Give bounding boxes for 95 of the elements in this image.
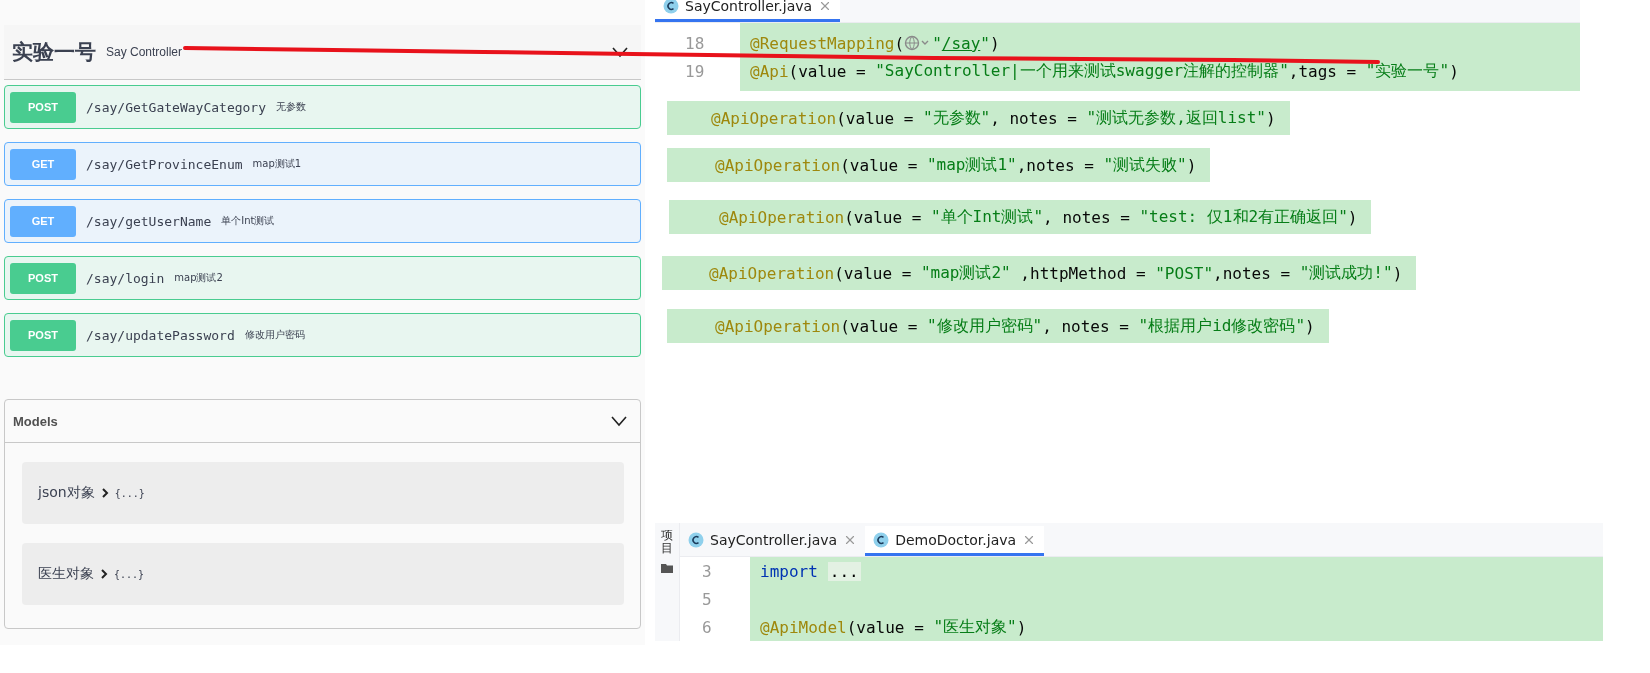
- endpoint-row[interactable]: POST /say/login map测试2: [4, 256, 641, 300]
- chevron-right-icon: [100, 487, 109, 499]
- endpoint-summary: 无参数: [276, 100, 306, 114]
- tab-label: SayController.java: [685, 0, 813, 14]
- code-text: "医生对象": [933, 616, 1017, 638]
- tab-label: DemoDoctor.java: [895, 531, 1017, 548]
- folder-icon[interactable]: [661, 563, 673, 574]
- model-preview: {...}: [114, 487, 145, 499]
- code-text: (value =: [844, 207, 923, 227]
- folded-code[interactable]: ...: [827, 561, 861, 581]
- code-text: , notes =: [1043, 207, 1131, 227]
- endpoint-summary: 修改用户密码: [244, 328, 305, 342]
- endpoint-row[interactable]: POST /say/GetGateWayCategory 无参数: [4, 85, 641, 129]
- class-icon: [873, 531, 890, 548]
- method-badge: POST: [10, 262, 76, 294]
- method-badge: POST: [10, 319, 76, 351]
- code-text: @Api: [750, 61, 789, 81]
- endpoint-row[interactable]: GET /say/GetProvinceEnum map测试1: [4, 142, 641, 186]
- endpoint-summary: map测试1: [252, 157, 302, 171]
- code-text: ": [932, 33, 942, 53]
- api-group-header[interactable]: 实验一号 Say Controller: [4, 25, 641, 80]
- code-text: (value =: [840, 155, 919, 175]
- project-label[interactable]: 项目: [661, 529, 673, 556]
- code-text: ": [980, 33, 990, 53]
- model-item[interactable]: json对象 {...}: [22, 462, 624, 524]
- code-text: "无参数": [922, 107, 991, 129]
- code-text: @ApiOperation: [709, 263, 835, 283]
- code-text: @ApiOperation: [715, 316, 841, 336]
- chevron-icon[interactable]: [610, 415, 628, 427]
- code-text: "map测试2": [920, 262, 1011, 284]
- code-text: , notes =: [1042, 316, 1130, 336]
- code-text: @ApiOperation: [715, 155, 841, 175]
- code-text: ,httpMethod =: [1019, 263, 1147, 283]
- endpoint-path: /say/updatePassword: [86, 327, 235, 343]
- method-badge: GET: [10, 205, 76, 237]
- model-name: json对象: [38, 484, 95, 502]
- code-text: ): [1347, 207, 1358, 227]
- group-title: 实验一号: [12, 39, 96, 66]
- file-tab[interactable]: DemoDoctor.java: [865, 526, 1045, 556]
- model-preview: {...}: [114, 568, 145, 580]
- class-icon: [688, 531, 704, 548]
- endpoint-path: /say/GetGateWayCategory: [86, 99, 266, 115]
- chevron-right-icon: [100, 568, 108, 580]
- code-text: "POST": [1155, 263, 1214, 283]
- code-text: "SayController|一个用来测试swagger注解的控制器": [875, 60, 1289, 82]
- code-text: "单个Int测试": [930, 206, 1044, 228]
- chevron-icon[interactable]: [611, 46, 629, 58]
- code-text: "测试失败": [1103, 154, 1187, 176]
- endpoint-summary: 单个Int测试: [221, 214, 275, 228]
- code-text: ,notes =: [1016, 155, 1095, 175]
- method-badge: GET: [10, 148, 76, 180]
- code-text: @ApiOperation: [711, 108, 837, 128]
- code-text: "测试无参数,返回list": [1086, 107, 1266, 129]
- code-text: (value =: [840, 316, 919, 336]
- code-text: (value =: [836, 108, 915, 128]
- file-tab[interactable]: SayController.java: [680, 526, 866, 556]
- code-text: "修改用户密码": [926, 315, 1043, 337]
- tab-label: SayController.java: [710, 531, 838, 548]
- model-name: 医生对象: [38, 565, 94, 583]
- method-badge: POST: [10, 91, 76, 123]
- endpoint-path: /say/GetProvinceEnum: [86, 156, 243, 172]
- endpoint-summary: map测试2: [174, 271, 223, 285]
- code-text: (: [894, 33, 905, 53]
- code-text: ): [1392, 263, 1403, 283]
- code-text: (value =: [846, 617, 925, 637]
- code-text: ,tags =: [1288, 61, 1358, 81]
- file-tab[interactable]: SayController.java: [655, 0, 841, 22]
- code-text: @ApiOperation: [719, 207, 845, 227]
- code-link[interactable]: /say: [941, 33, 981, 53]
- code-text: ): [1265, 108, 1276, 128]
- group-description: Say Controller: [106, 45, 183, 59]
- code-text: (value =: [788, 61, 867, 81]
- code-text: ): [1186, 155, 1197, 175]
- code-text: "map测试1": [926, 154, 1017, 176]
- endpoint-row[interactable]: GET /say/getUserName 单个Int测试: [4, 199, 641, 243]
- code-text: "测试成功!": [1299, 262, 1393, 284]
- endpoint-path: /say/login: [86, 270, 165, 286]
- code-text: (value =: [834, 263, 913, 283]
- models-title[interactable]: Models: [13, 413, 58, 429]
- code-text: ): [1016, 617, 1027, 637]
- code-text: import: [760, 561, 818, 581]
- endpoint-row[interactable]: POST /say/updatePassword 修改用户密码: [4, 313, 641, 357]
- code-text: ): [1305, 316, 1315, 336]
- code-text: "根据用户id修改密码": [1138, 315, 1306, 337]
- code-text: ,notes =: [1213, 263, 1292, 283]
- code-text: "实验一号": [1365, 60, 1450, 82]
- code-text: , notes =: [990, 108, 1078, 128]
- code-text: "test: 仅1和2有正确返回": [1139, 206, 1348, 228]
- code-text: @ApiModel: [760, 617, 847, 637]
- code-text: ): [1449, 61, 1459, 81]
- model-item[interactable]: 医生对象 {...}: [22, 543, 624, 605]
- code-text: ): [989, 33, 1000, 53]
- code-text: @RequestMapping: [750, 33, 895, 53]
- endpoint-path: /say/getUserName: [86, 213, 212, 229]
- class-icon: [663, 0, 679, 14]
